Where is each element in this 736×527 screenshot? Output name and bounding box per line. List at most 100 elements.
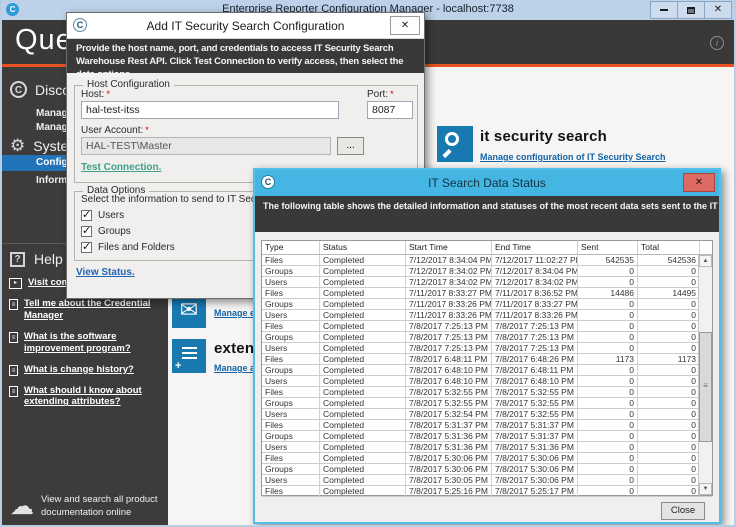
documentation-footer[interactable]: View and search all product documentatio… [10,494,162,519]
host-label: Host: [81,89,110,100]
table-row[interactable]: Groups Completed 7/8/2017 6:48:10 PM 7/8/20… [262,365,712,376]
table-cell: Completed [320,354,406,364]
table-cell: 7/8/2017 7:25:13 PM [492,321,578,331]
close-dialog-button[interactable]: Close [661,502,705,520]
test-connection-link[interactable]: Test Connection. [81,162,161,173]
dialog-close-button[interactable]: ✕ [683,173,715,192]
manage-it-security-search-link[interactable]: Manage configuration of IT Security Sear… [480,152,666,162]
table-cell: 7/8/2017 5:31:37 PM [492,431,578,441]
table-cell: Completed [320,442,406,452]
minimize-button[interactable] [650,1,678,19]
table-cell: Completed [320,321,406,331]
table-cell: 7/12/2017 8:34:02 PM [406,277,492,287]
table-cell: Completed [320,420,406,430]
table-row[interactable]: Groups Completed 7/8/2017 5:30:06 PM 7/8/20… [262,464,712,475]
close-button[interactable]: ✕ [704,1,732,19]
table-row[interactable]: Groups Completed 7/8/2017 7:25:13 PM 7/8/20… [262,332,712,343]
table-cell: 1173 [638,354,700,364]
table-cell: 0 [578,321,638,331]
table-cell: Users [262,475,320,485]
column-header-total[interactable]: Total [638,241,700,254]
table-row[interactable]: Files Completed 7/8/2017 5:30:06 PM 7/8/201… [262,453,712,464]
scroll-up-arrow[interactable] [699,255,712,267]
email-envelope-icon[interactable] [172,294,206,328]
table-row[interactable]: Users Completed 7/8/2017 5:31:36 PM 7/8/201… [262,442,712,453]
checkbox-box[interactable] [81,224,92,237]
column-header-start-time[interactable]: Start Time [406,241,492,254]
checkbox-groups[interactable]: Groups [81,223,175,239]
table-cell: Completed [320,310,406,320]
checkbox-files-and-folders[interactable]: Files and Folders [81,239,175,255]
table-cell: 7/8/2017 6:48:10 PM [406,365,492,375]
checkbox-list: Users Groups Files and Folders [81,207,175,255]
extended-attributes-icon[interactable] [172,339,206,373]
help-link-what-is-change-history-[interactable]: What is change history? [9,364,159,376]
column-header-sent[interactable]: Sent [578,241,638,254]
table-cell: 7/8/2017 6:48:11 PM [492,365,578,375]
scrollbar-thumb[interactable] [699,332,712,442]
dialog-titlebar: IT Search Data Status ✕ [255,170,719,196]
port-input[interactable] [367,101,413,119]
table-row[interactable]: Users Completed 7/8/2017 5:30:05 PM 7/8/201… [262,475,712,486]
column-header-status[interactable]: Status [320,241,406,254]
table-cell: Completed [320,277,406,287]
dialog-title: IT Search Data Status [428,176,546,190]
table-cell: 0 [638,277,700,287]
table-cell: 7/8/2017 6:48:11 PM [406,354,492,364]
dialog-banner: The following table shows the detailed i… [255,196,719,232]
table-row[interactable]: Files Completed 7/8/2017 5:25:16 PM 7/8/201… [262,486,712,497]
info-icon[interactable] [710,36,724,50]
table-row[interactable]: Users Completed 7/12/2017 8:34:02 PM 7/12/2… [262,277,712,288]
table-row[interactable]: Users Completed 7/11/2017 8:33:26 PM 7/11/2… [262,310,712,321]
help-link-label: What is change history? [24,363,134,375]
table-cell: Completed [320,288,406,298]
list-icon [182,347,197,349]
help-link-label: Tell me about the Credential Manager [24,298,151,321]
table-cell: Groups [262,266,320,276]
main-window: Enterprise Reporter Configuration Manage… [0,0,736,527]
table-row[interactable]: Files Completed 7/8/2017 5:32:55 PM 7/8/201… [262,387,712,398]
table-row[interactable]: Groups Completed 7/8/2017 5:32:55 PM 7/8/20… [262,398,712,409]
table-row[interactable]: Groups Completed 7/12/2017 8:34:02 PM 7/12/… [262,266,712,277]
table-cell: 0 [638,321,700,331]
table-row[interactable]: Files Completed 7/8/2017 6:48:11 PM 7/8/201… [262,354,712,365]
table-cell: 0 [578,398,638,408]
checkbox-box[interactable] [81,208,92,221]
table-cell: 0 [638,398,700,408]
host-input[interactable] [81,101,339,119]
table-row[interactable]: Users Completed 7/8/2017 7:25:13 PM 7/8/201… [262,343,712,354]
vertical-scrollbar[interactable] [698,255,712,495]
table-cell: 0 [578,332,638,342]
scroll-down-arrow[interactable] [699,483,712,495]
table-row[interactable]: Files Completed 7/12/2017 8:34:04 PM 7/12/2… [262,255,712,266]
gear-icon [10,137,25,154]
help-link-what-should-i-know-about-exten[interactable]: What should I know about extending attri… [9,385,159,409]
table-row[interactable]: Groups Completed 7/11/2017 8:33:26 PM 7/11/… [262,299,712,310]
table-cell: 7/11/2017 8:33:27 PM [492,299,578,309]
table-row[interactable]: Users Completed 7/8/2017 6:48:10 PM 7/8/201… [262,376,712,387]
column-header-end-time[interactable]: End Time [492,241,578,254]
checkbox-box[interactable] [81,240,92,253]
table-row[interactable]: Files Completed 7/11/2017 8:33:27 PM 7/11/2… [262,288,712,299]
table-row[interactable]: Files Completed 7/8/2017 5:31:37 PM 7/8/201… [262,420,712,431]
column-header-type[interactable]: Type [262,241,320,254]
it-security-search-icon[interactable] [437,126,473,162]
help-link-what-is-the-software-improveme[interactable]: What is the software improvement program… [9,331,159,355]
table-cell: Completed [320,486,406,496]
table-row[interactable]: Files Completed 7/8/2017 7:25:13 PM 7/8/201… [262,321,712,332]
table-cell: 7/8/2017 5:30:05 PM [406,475,492,485]
table-row[interactable]: Users Completed 7/8/2017 5:32:54 PM 7/8/201… [262,409,712,420]
table-cell: 0 [578,431,638,441]
it-search-data-status-dialog: IT Search Data Status ✕ The following ta… [253,168,721,524]
table-cell: 14486 [578,288,638,298]
checkbox-users[interactable]: Users [81,207,175,223]
table-cell: Files [262,321,320,331]
dialog-close-button[interactable]: ✕ [390,16,420,35]
view-status-link[interactable]: View Status. [76,267,135,278]
sidebar-section-help: Help [10,251,63,267]
restore-button[interactable] [677,1,705,19]
help-link-tell-me-about-the-credential-m[interactable]: Tell me about the Credential Manager [9,298,159,322]
table-cell: 7/11/2017 8:36:52 PM [492,288,578,298]
table-row[interactable]: Groups Completed 7/8/2017 5:31:36 PM 7/8/20… [262,431,712,442]
browse-button[interactable]: ... [337,137,364,155]
